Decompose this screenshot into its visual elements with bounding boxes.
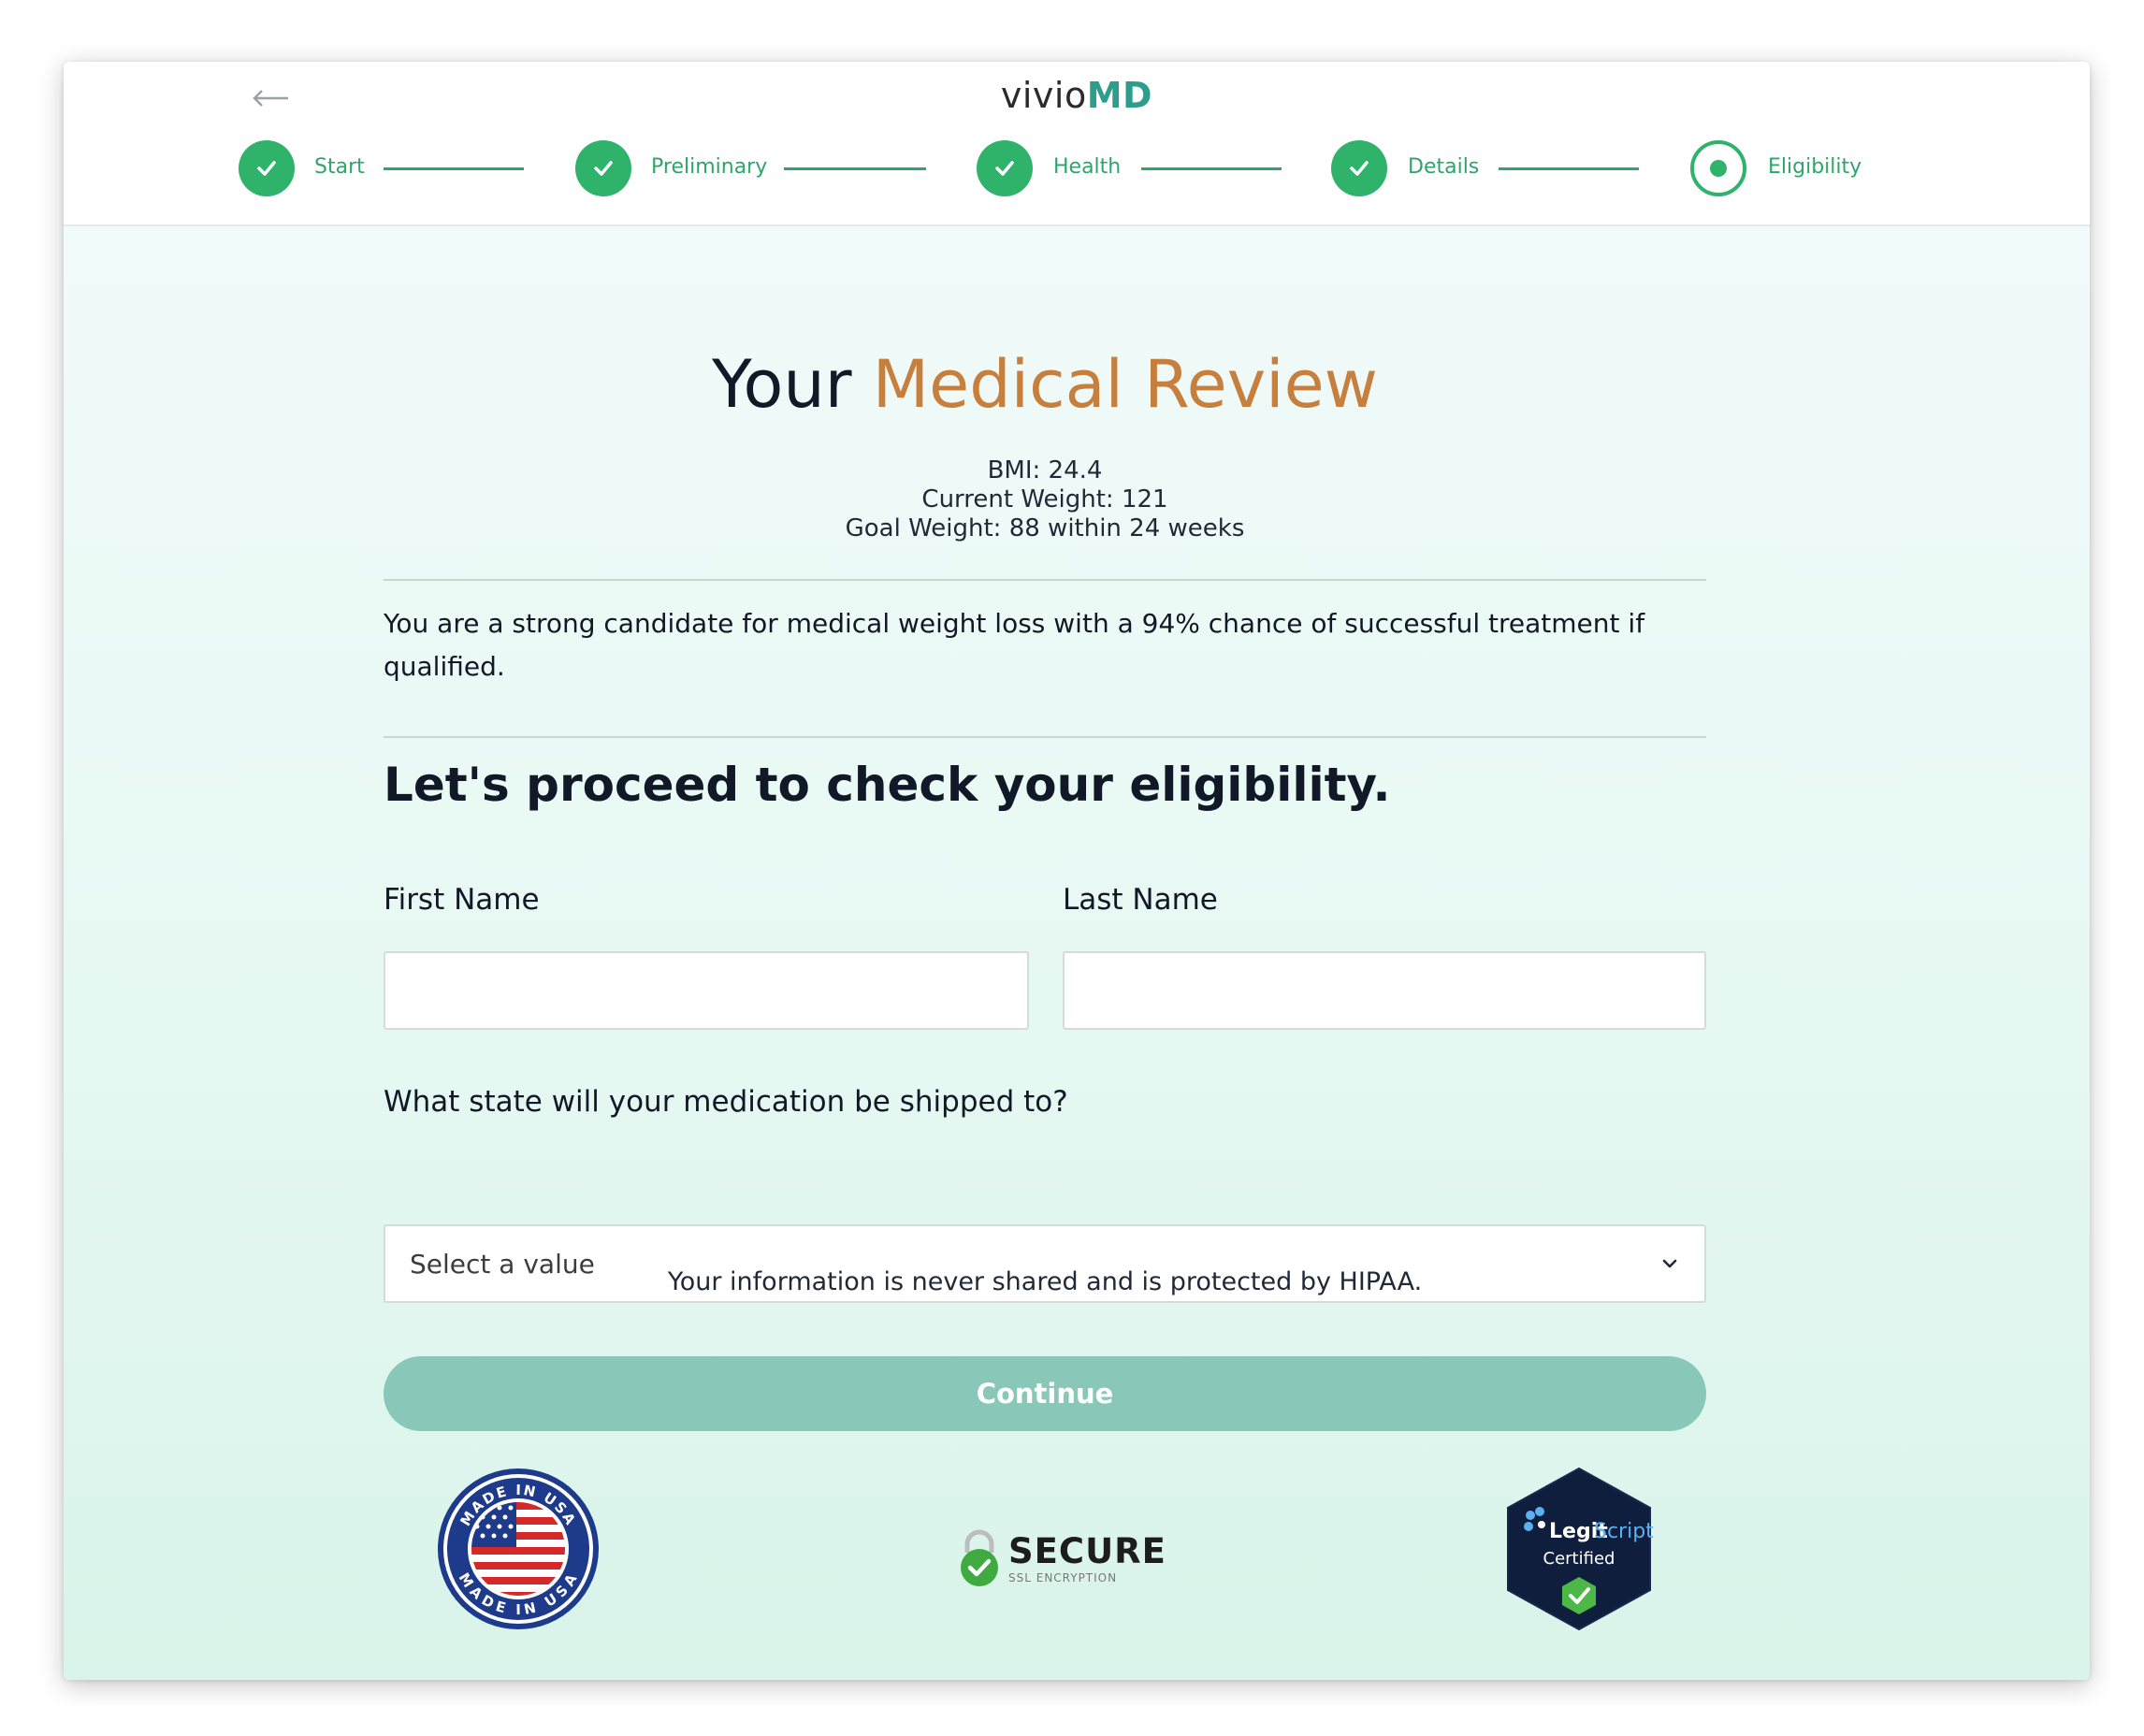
page-title: Your Medical Review: [384, 346, 1706, 423]
step-connector: [1141, 167, 1282, 170]
legitscript-hex-icon: Legit Script Certified: [1507, 1467, 1654, 1631]
main-content: Your Medical Review BMI: 24.4 Current We…: [64, 226, 2090, 1680]
legitscript-status: Certified: [1543, 1549, 1615, 1569]
step-start-check-icon: [239, 140, 295, 196]
step-connector: [384, 167, 524, 170]
step-details-check-icon: [1331, 140, 1387, 196]
secure-badge: SECURE SSL ENCRYPTION: [956, 1528, 1166, 1586]
brand-logo: vivioMD: [64, 75, 2090, 116]
title-part1: Your: [712, 346, 852, 423]
step-label-preliminary: Preliminary: [651, 155, 768, 179]
step-preliminary-check-icon: [575, 140, 631, 196]
goal-weight-value: 88 within 24 weeks: [1008, 514, 1245, 542]
brand-name-part2: MD: [1086, 75, 1153, 116]
first-name-input[interactable]: [384, 951, 1029, 1030]
step-label-health: Health: [1053, 155, 1122, 179]
last-name-label: Last Name: [1063, 883, 1218, 917]
padlock-check-icon: [961, 1529, 998, 1586]
continue-button[interactable]: Continue: [384, 1356, 1706, 1431]
first-name-label: First Name: [384, 883, 540, 917]
hipaa-notice: Your information is never shared and is …: [667, 1267, 1423, 1296]
eligibility-heading: Let's proceed to check your eligibility.: [384, 758, 1391, 812]
current-weight-value: Current Weight: 121: [921, 485, 1168, 514]
step-label-details: Details: [1408, 155, 1480, 179]
step-connector: [784, 167, 926, 170]
secure-title: SECURE: [1008, 1530, 1166, 1571]
brand-name-part1: vivio: [1000, 75, 1087, 116]
shipping-state-label: What state will your medication be shipp…: [384, 1085, 1068, 1119]
header: vivioMD Start Preliminary Health Details…: [64, 62, 2090, 226]
app-window: vivioMD Start Preliminary Health Details…: [64, 62, 2090, 1680]
secure-subtitle: SSL ENCRYPTION: [1008, 1570, 1118, 1584]
made-in-usa-badge-icon: MADE IN USA MADE IN USA: [436, 1467, 601, 1635]
bmi-value: BMI: 24.4: [987, 456, 1103, 485]
title-part2: Medical Review: [872, 346, 1378, 423]
step-eligibility-current-icon: [1690, 140, 1746, 196]
step-health-check-icon: [977, 140, 1033, 196]
progress-stepper: Start Preliminary Health Details Eligibi…: [64, 140, 2090, 200]
goal-weight-line: Goal Weight: 88 within 24 weeks: [384, 514, 1706, 543]
step-label-start: Start: [314, 155, 365, 179]
legitscript-name-part2: Script: [1594, 1520, 1654, 1543]
last-name-input[interactable]: [1063, 951, 1706, 1030]
legitscript-certified-badge: Legit Script Certified: [1497, 1463, 1661, 1639]
divider: [384, 579, 1706, 581]
candidate-message: You are a strong candidate for medical w…: [384, 608, 1645, 682]
step-connector: [1499, 167, 1639, 170]
goal-weight-label: Goal Weight:: [845, 514, 1002, 542]
step-label-eligibility: Eligibility: [1768, 155, 1862, 179]
divider: [384, 736, 1706, 738]
weight-stats: BMI: 24.4 Current Weight: 121 Goal Weigh…: [384, 456, 1706, 543]
